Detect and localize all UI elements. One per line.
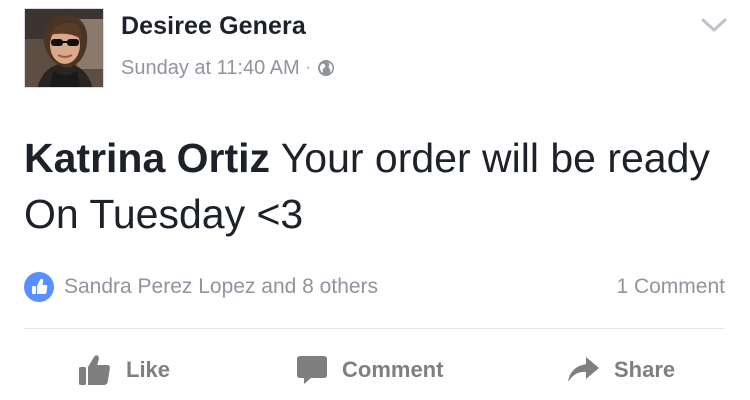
post-card: Desiree Genera Sunday at 11:40 AM · Katr… <box>0 0 750 400</box>
post-message: Katrina Ortiz Your order will be ready O… <box>24 130 724 242</box>
comments-count[interactable]: 1 Comment <box>616 275 725 299</box>
share-arrow-icon <box>568 357 599 382</box>
like-badge-icon[interactable] <box>24 272 54 302</box>
post-timestamp[interactable]: Sunday at 11:40 AM <box>121 57 300 80</box>
author-name[interactable]: Desiree Genera <box>121 12 306 41</box>
avatar-photo <box>25 9 103 87</box>
comment-button[interactable]: Comment <box>296 345 443 395</box>
share-button[interactable]: Share <box>566 345 675 395</box>
share-label: Share <box>614 357 676 382</box>
chevron-down-icon[interactable] <box>701 18 727 34</box>
like-button[interactable]: Like <box>78 345 170 395</box>
meta-separator: · <box>305 59 311 76</box>
mention-link[interactable]: Katrina Ortiz <box>24 135 270 181</box>
reactions-row: Sandra Perez Lopez and 8 others 1 Commen… <box>24 270 725 304</box>
like-label: Like <box>126 357 171 382</box>
post-meta: Sunday at 11:40 AM · <box>121 55 335 81</box>
speech-bubble-icon <box>297 356 327 384</box>
avatar[interactable] <box>24 8 104 88</box>
likers-text[interactable]: Sandra Perez Lopez and 8 others <box>64 275 378 299</box>
comment-label: Comment <box>342 357 444 382</box>
globe-icon[interactable] <box>317 59 335 77</box>
thumbs-up-icon <box>79 355 110 385</box>
action-bar: Like Comment Share <box>0 345 750 395</box>
divider <box>24 328 725 329</box>
